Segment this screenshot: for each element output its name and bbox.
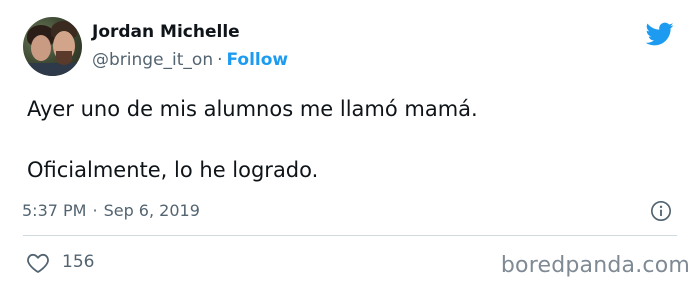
author-handle-row: @bringe_it_on · Follow	[92, 50, 288, 70]
info-icon[interactable]	[650, 200, 672, 222]
avatar[interactable]	[23, 17, 82, 76]
tweet-card: Jordan Michelle @bringe_it_on · Follow Aye…	[0, 0, 700, 288]
avatar-face-left	[31, 35, 51, 61]
author-handle[interactable]: @bringe_it_on	[92, 50, 213, 70]
author-name[interactable]: Jordan Michelle	[92, 22, 240, 42]
handle-separator: ·	[217, 50, 223, 70]
like-count[interactable]: 156	[62, 252, 94, 272]
twitter-bird-icon[interactable]	[643, 20, 677, 48]
tweet-text-line: Ayer uno de mis alumnos me llamó mamá.	[27, 97, 478, 121]
tweet-time: 5:37 PM	[22, 201, 87, 220]
tweet-text-line: Oficialmente, lo he logrado.	[27, 158, 319, 182]
timestamp-separator: ·	[92, 201, 98, 220]
avatar-shirt	[23, 63, 82, 76]
follow-button[interactable]: Follow	[227, 50, 289, 70]
tweet-date: Sep 6, 2019	[103, 201, 200, 220]
divider	[23, 235, 677, 236]
heart-icon[interactable]	[25, 252, 51, 274]
boredpanda-watermark: boredpanda.com	[500, 253, 690, 278]
tweet-timestamp[interactable]: 5:37 PM · Sep 6, 2019	[22, 201, 200, 220]
avatar-beard	[56, 51, 72, 65]
